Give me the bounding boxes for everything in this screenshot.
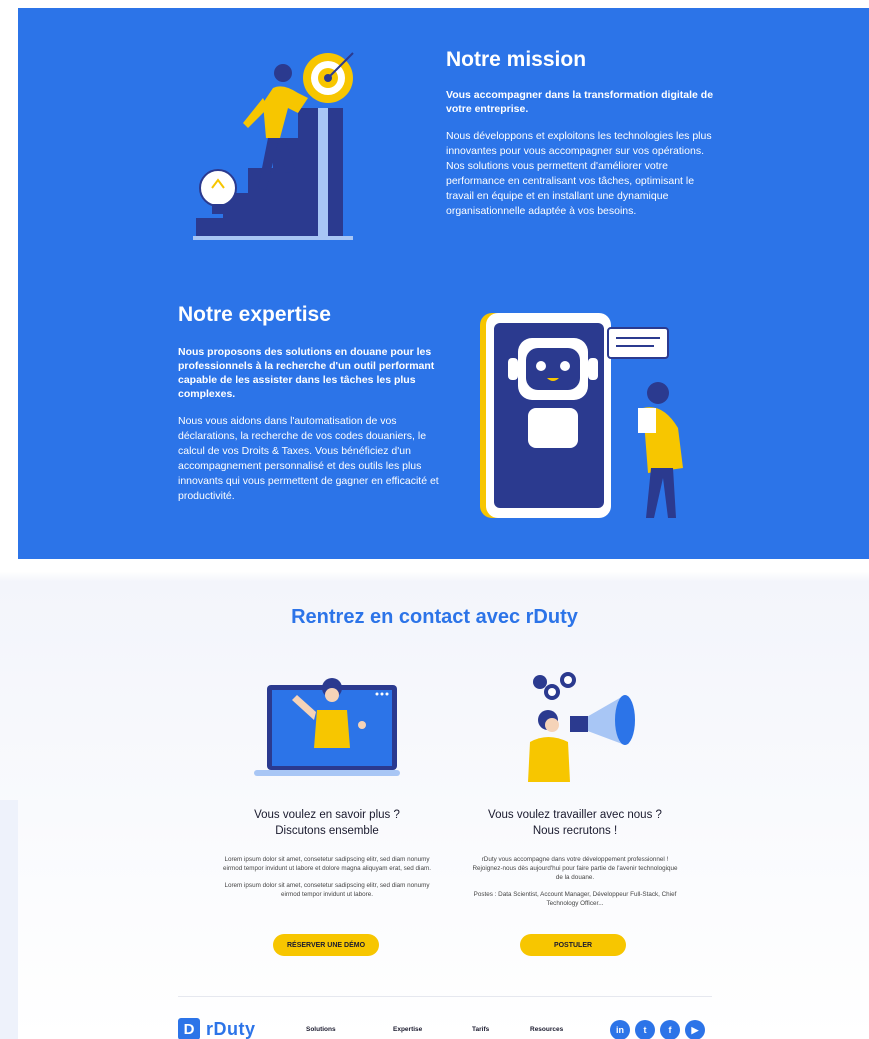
- logo-mark-icon: D: [178, 1018, 200, 1039]
- recruiting-card-paragraph-2: Postes : Data Scientist, Account Manager…: [473, 891, 677, 907]
- contact-card-demo: Vous voulez en savoir plus ? Discutons e…: [222, 670, 432, 899]
- expertise-block: Notre expertise Nous proposons des solut…: [178, 303, 443, 504]
- mission-lead: Vous accompagner dans la transformation …: [446, 89, 714, 115]
- video-call-illustration: [254, 678, 400, 776]
- social-links: in t f ▶: [610, 1020, 705, 1039]
- facebook-icon[interactable]: f: [660, 1020, 680, 1039]
- expertise-body: Nous vous aidons dans l'automatisation d…: [178, 415, 439, 502]
- recruiting-card-title-line1: Vous voulez travailler avec nous ?: [488, 809, 662, 821]
- footer-nav-resources[interactable]: Resources: [530, 1026, 563, 1033]
- demo-card-paragraph-2: Lorem ipsum dolor sit amet, consetetur s…: [224, 882, 430, 898]
- expertise-title: Notre expertise: [178, 303, 331, 326]
- youtube-icon[interactable]: ▶: [685, 1020, 705, 1039]
- expertise-lead: Nous proposons des solutions en douane p…: [178, 346, 435, 400]
- book-demo-button[interactable]: RÉSERVER UNE DÉMO: [273, 934, 379, 956]
- expertise-illustration: [480, 313, 683, 518]
- footer-divider: [178, 996, 712, 997]
- recruiting-card-paragraph-1: rDuty vous accompagne dans votre dévelop…: [472, 856, 678, 881]
- demo-card-title-line1: Vous voulez en savoir plus ?: [254, 809, 400, 821]
- footer-nav-expertise[interactable]: Expertise: [393, 1026, 422, 1033]
- contact-title: Rentrez en contact avec rDuty: [291, 606, 578, 628]
- twitter-icon[interactable]: t: [635, 1020, 655, 1039]
- hero-section: Notre mission Vous accompagner dans la t…: [18, 8, 869, 559]
- mission-title: Notre mission: [446, 48, 587, 71]
- recruiting-card-title-line2: Nous recrutons !: [532, 825, 618, 837]
- apply-button[interactable]: POSTULER: [520, 934, 626, 956]
- footer-nav-solutions[interactable]: Solutions: [306, 1026, 336, 1033]
- megaphone-illustration: [528, 672, 635, 782]
- mission-block: Notre mission Vous accompagner dans la t…: [446, 48, 721, 219]
- logo-text: rDuty: [206, 1018, 256, 1039]
- contact-card-recruiting: Vous voulez travailler avec nous ? Nous …: [470, 670, 680, 908]
- demo-card-title-line2: Discutons ensemble: [275, 825, 379, 837]
- linkedin-icon[interactable]: in: [610, 1020, 630, 1039]
- footer-logo[interactable]: D rDuty: [178, 1018, 256, 1039]
- mission-illustration: [193, 52, 354, 240]
- demo-card-paragraph-1: Lorem ipsum dolor sit amet, consetetur s…: [223, 856, 431, 872]
- footer-nav-tarifs[interactable]: Tarifs: [472, 1026, 489, 1033]
- mission-body: Nous développons et exploitons les techn…: [446, 130, 712, 217]
- decorative-shape: [0, 800, 18, 1039]
